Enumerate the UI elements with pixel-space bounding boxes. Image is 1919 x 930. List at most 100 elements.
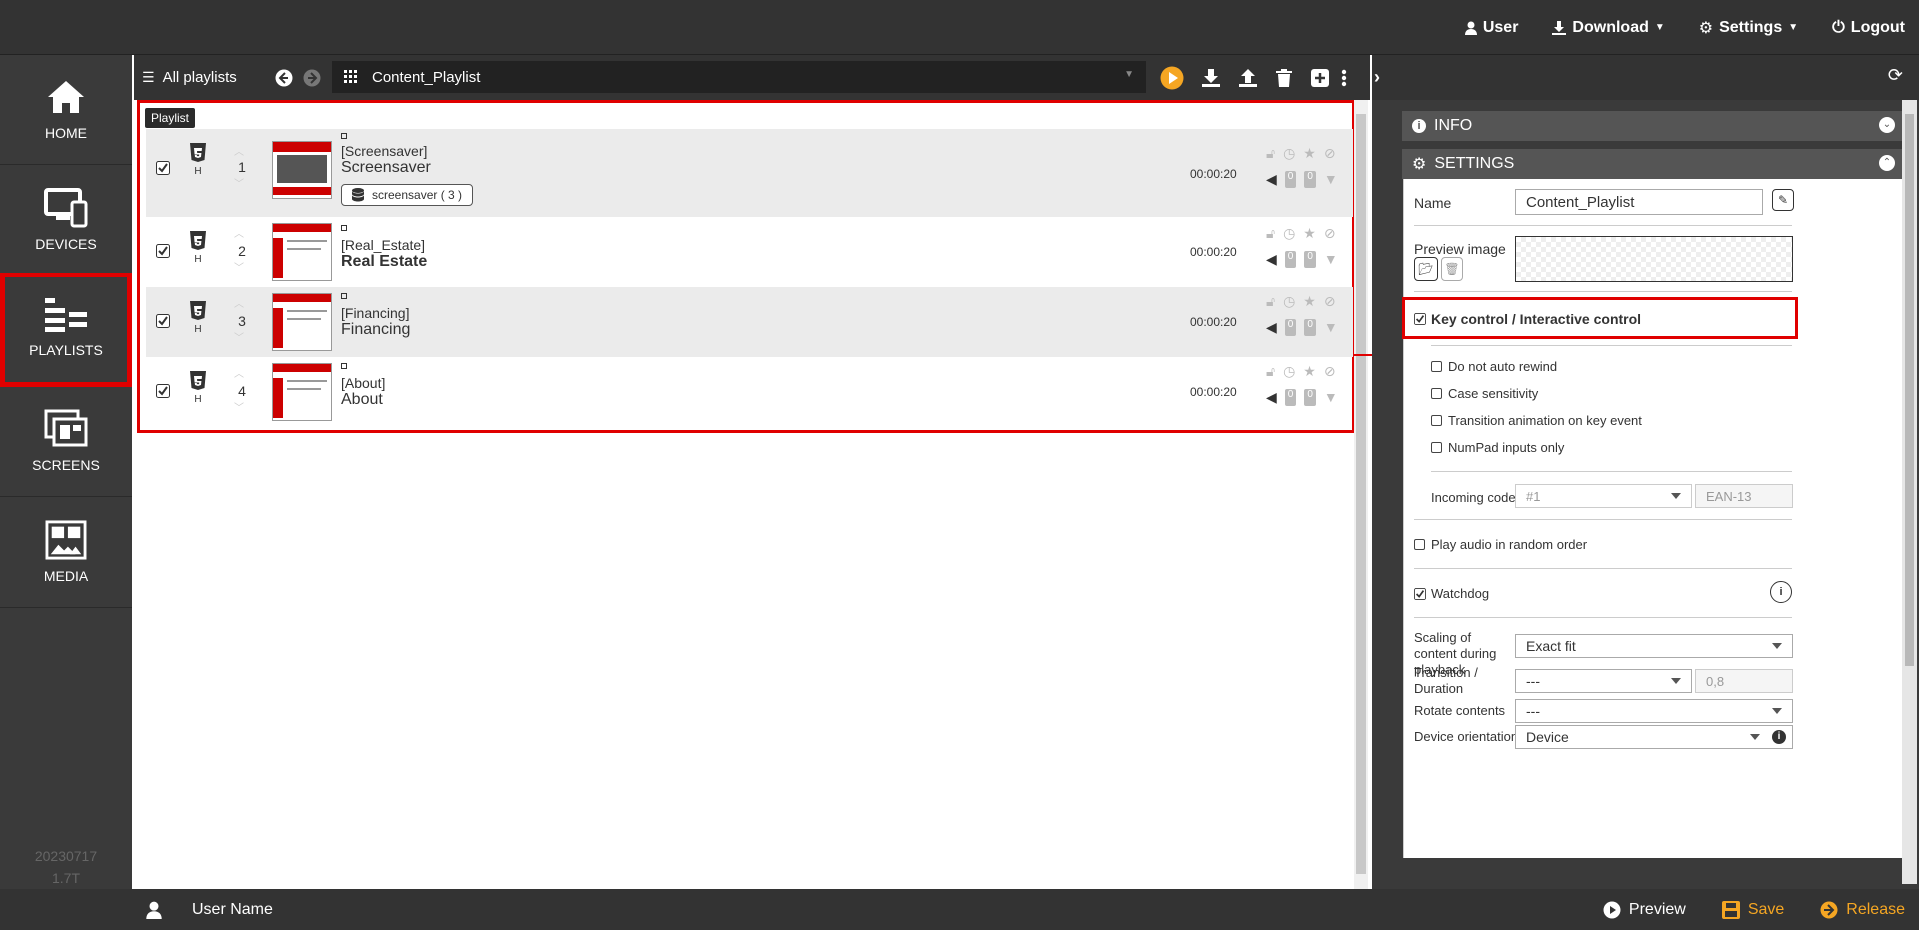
preview-button[interactable]: Preview bbox=[1603, 901, 1686, 919]
clock-icon[interactable]: ◷ bbox=[1283, 293, 1295, 310]
case-sensitivity-checkbox[interactable] bbox=[1431, 388, 1442, 399]
move-down-icon[interactable]: ﹀ bbox=[234, 329, 244, 344]
checkbox-checked-icon[interactable] bbox=[156, 384, 170, 403]
upload-playlist-button[interactable] bbox=[1234, 55, 1262, 100]
download-menu[interactable]: Download ▼ bbox=[1552, 19, 1665, 37]
filter-icon[interactable]: ▼ bbox=[1324, 251, 1338, 268]
html5-label: H bbox=[194, 394, 202, 405]
lock-icon[interactable]: 🔓︎ bbox=[1266, 293, 1275, 310]
move-up-icon[interactable]: ︿ bbox=[234, 143, 244, 158]
star-icon[interactable]: ★ bbox=[1303, 225, 1316, 242]
incoming-codes-value: #1 bbox=[1526, 488, 1541, 504]
do-not-auto-rewind-checkbox[interactable] bbox=[1431, 361, 1442, 372]
delete-playlist-button[interactable] bbox=[1270, 55, 1298, 100]
row-status-icons: 🔓︎ ◷ ★ ⊘ bbox=[1266, 225, 1336, 242]
refresh-icon[interactable]: ⟳ bbox=[1888, 65, 1903, 86]
watchdog-info-icon[interactable]: i bbox=[1770, 581, 1792, 603]
trash-button[interactable]: 🗑︎ bbox=[1441, 257, 1463, 281]
move-up-icon[interactable]: ︿ bbox=[234, 225, 244, 240]
bottom-bar: User Name Preview Save Release bbox=[0, 889, 1919, 930]
volume-icon[interactable]: ◀ bbox=[1266, 319, 1277, 336]
back-button[interactable] bbox=[270, 55, 298, 100]
sidebar-item-label: MEDIA bbox=[43, 568, 89, 584]
move-down-icon[interactable]: ﹀ bbox=[234, 175, 244, 190]
screensaver-badge[interactable]: screensaver ( 3 ) bbox=[341, 184, 474, 206]
playlist-scrollbar[interactable] bbox=[1354, 100, 1368, 889]
clock-icon[interactable]: ◷ bbox=[1283, 225, 1295, 242]
more-options-button[interactable] bbox=[1335, 55, 1353, 100]
volume-icon[interactable]: ◀ bbox=[1266, 251, 1277, 268]
checkbox-checked-icon[interactable] bbox=[1414, 587, 1426, 605]
ban-icon[interactable]: ⊘ bbox=[1324, 293, 1336, 310]
sidebar-item-home[interactable]: HOME bbox=[0, 55, 132, 165]
random-audio-checkbox[interactable] bbox=[1414, 539, 1425, 550]
rotate-select[interactable]: --- bbox=[1515, 699, 1793, 723]
arrow-right-circle-icon bbox=[303, 69, 321, 86]
orientation-select[interactable]: Device i bbox=[1515, 725, 1793, 749]
add-playlist-button[interactable] bbox=[1306, 55, 1334, 100]
download-playlist-button[interactable] bbox=[1197, 55, 1225, 100]
checkbox-checked-icon[interactable] bbox=[156, 161, 170, 180]
filter-icon[interactable]: ▼ bbox=[1324, 389, 1338, 406]
transition-select[interactable]: --- bbox=[1515, 669, 1692, 693]
code-type-input[interactable]: EAN-13 bbox=[1695, 484, 1793, 508]
logout-button[interactable]: ⏻ Logout bbox=[1832, 19, 1905, 37]
move-up-icon[interactable]: ︿ bbox=[234, 365, 244, 380]
all-playlists-button[interactable]: ☰ All playlists bbox=[142, 55, 237, 100]
playlist-select[interactable]: Content_Playlist ▼ bbox=[332, 61, 1146, 93]
caret-down-icon bbox=[1671, 678, 1681, 684]
scaling-value: Exact fit bbox=[1526, 638, 1576, 654]
forward-button[interactable] bbox=[298, 55, 326, 100]
move-down-icon[interactable]: ﹀ bbox=[234, 259, 244, 274]
numpad-only-checkbox[interactable] bbox=[1431, 442, 1442, 453]
checkbox-checked-icon[interactable] bbox=[156, 244, 170, 263]
lock-icon[interactable]: 🔓︎ bbox=[1266, 363, 1275, 380]
sidebar-item-label: DEVICES bbox=[35, 236, 97, 252]
status-dot-icon bbox=[341, 293, 347, 299]
folder-open-button[interactable]: 📂︎ bbox=[1414, 257, 1438, 281]
volume-icon[interactable]: ◀ bbox=[1266, 171, 1277, 188]
lock-icon[interactable]: 🔓︎ bbox=[1266, 225, 1275, 242]
edit-button[interactable]: ✎ bbox=[1772, 189, 1794, 211]
clock-icon[interactable]: ◷ bbox=[1283, 145, 1295, 162]
ban-icon[interactable]: ⊘ bbox=[1324, 225, 1336, 242]
playlist-row[interactable]: H ︿ 1 ﹀ [Screensaver] Screensaver screen… bbox=[146, 129, 1353, 217]
play-button[interactable] bbox=[1158, 55, 1186, 100]
release-button[interactable]: Release bbox=[1820, 901, 1905, 919]
devices-icon bbox=[44, 188, 88, 228]
playlist-row[interactable]: H ︿ 3 ﹀ [Financing] Financing 00:00:20 🔓… bbox=[146, 287, 1353, 357]
playlist-row[interactable]: H ︿ 2 ﹀ [Real_Estate] Real Estate 00:00:… bbox=[146, 217, 1353, 287]
checkbox-checked-icon[interactable] bbox=[156, 314, 170, 333]
checkbox-checked-icon[interactable] bbox=[1414, 312, 1426, 330]
info-section-header[interactable]: i INFO ⌄ bbox=[1402, 111, 1903, 141]
lock-icon[interactable]: 🔓︎ bbox=[1266, 145, 1275, 162]
star-icon[interactable]: ★ bbox=[1303, 293, 1316, 310]
transition-animation-checkbox[interactable] bbox=[1431, 415, 1442, 426]
filter-icon[interactable]: ▼ bbox=[1324, 171, 1338, 188]
preview-image-box[interactable] bbox=[1515, 236, 1793, 282]
ban-icon[interactable]: ⊘ bbox=[1324, 363, 1336, 380]
filter-icon[interactable]: ▼ bbox=[1324, 319, 1338, 336]
sidebar-item-screens[interactable]: SCREENS bbox=[0, 387, 132, 497]
save-button[interactable]: Save bbox=[1721, 900, 1784, 919]
collapse-panel-icon[interactable]: › bbox=[1374, 67, 1380, 88]
settings-menu[interactable]: ⚙ Settings ▼ bbox=[1699, 18, 1798, 38]
sidebar-item-devices[interactable]: DEVICES bbox=[0, 166, 132, 276]
playlist-row[interactable]: H ︿ 4 ﹀ [About] About 00:00:20 🔓︎ ◷ ★ ⊘ ◀ 0 0… bbox=[146, 357, 1353, 427]
star-icon[interactable]: ★ bbox=[1303, 363, 1316, 380]
name-input[interactable]: Content_Playlist bbox=[1515, 189, 1763, 215]
volume-icon[interactable]: ◀ bbox=[1266, 389, 1277, 406]
transition-duration-input[interactable]: 0,8 bbox=[1695, 669, 1793, 693]
incoming-codes-select[interactable]: #1 bbox=[1515, 484, 1692, 508]
ban-icon[interactable]: ⊘ bbox=[1324, 145, 1336, 162]
right-panel-scrollbar[interactable] bbox=[1902, 100, 1917, 884]
settings-section-header[interactable]: ⚙ SETTINGS ⌃ bbox=[1402, 149, 1903, 179]
orientation-info-icon[interactable]: i bbox=[1772, 730, 1786, 744]
clock-icon[interactable]: ◷ bbox=[1283, 363, 1295, 380]
sidebar-item-media[interactable]: MEDIA bbox=[0, 498, 132, 608]
scaling-select[interactable]: Exact fit bbox=[1515, 634, 1793, 658]
move-up-icon[interactable]: ︿ bbox=[234, 295, 244, 310]
user-menu[interactable]: User bbox=[1464, 19, 1518, 37]
star-icon[interactable]: ★ bbox=[1303, 145, 1316, 162]
move-down-icon[interactable]: ﹀ bbox=[234, 399, 244, 414]
